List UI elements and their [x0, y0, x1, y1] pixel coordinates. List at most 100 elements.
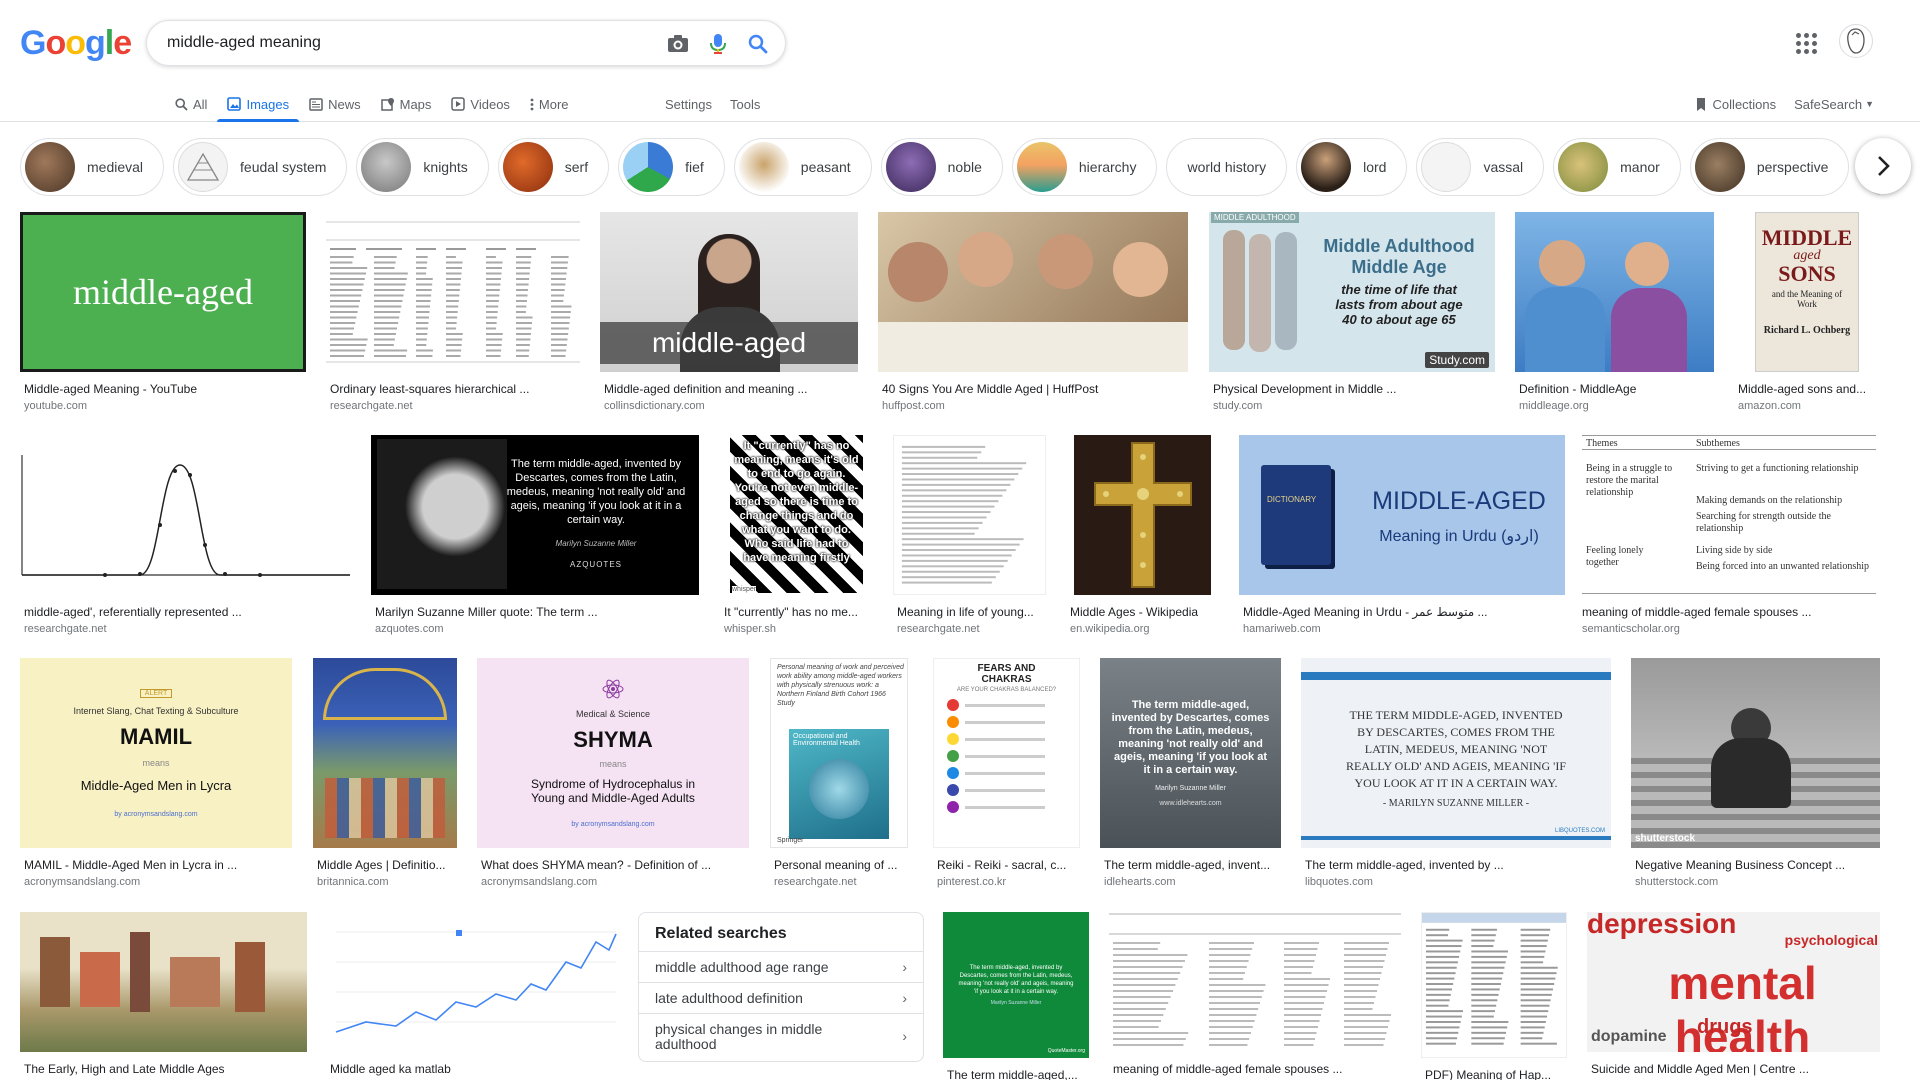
image-result[interactable]: Ordinary least-squares hierarchical ... …	[326, 212, 580, 412]
image-result[interactable]: 40 Signs You Are Middle Aged | HuffPost …	[878, 212, 1188, 412]
image-result[interactable]: Middle Ages - Wikipedia en.wikipedia.org	[1066, 435, 1219, 635]
tab-news[interactable]: News	[299, 86, 371, 122]
result-thumbnail: The term middle-aged, invented by Descar…	[943, 912, 1089, 1058]
image-result[interactable]: depression psychological mental health d…	[1587, 912, 1880, 1076]
result-title: What does SHYMA mean? - Definition of ..…	[481, 858, 712, 872]
related-item[interactable]: middle adulthood age range ›	[639, 951, 923, 982]
search-input[interactable]	[167, 31, 627, 55]
image-result[interactable]: meaning of middle-aged female spouses ..…	[1109, 912, 1401, 1076]
result-source: middleage.org	[1519, 400, 1589, 412]
video-icon	[451, 97, 466, 111]
result-title: 40 Signs You Are Middle Aged | HuffPost	[882, 382, 1099, 396]
result-thumbnail	[1066, 435, 1219, 595]
result-source: study.com	[1213, 400, 1263, 412]
chip-noble[interactable]: noble	[880, 138, 1003, 196]
thumbnail-text: QuoteMaster.org	[1047, 1048, 1085, 1054]
image-result[interactable]: The term middle-aged, invented by Descar…	[1100, 658, 1281, 888]
image-result[interactable]: Middle Ages | Definitio... britannica.co…	[313, 658, 457, 888]
chip-knights[interactable]: knights	[356, 138, 489, 196]
tab-more[interactable]: More	[520, 86, 579, 122]
result-title: Middle Ages | Definitio...	[317, 858, 446, 872]
thumbnail-text: means	[142, 757, 170, 768]
chip-peasant[interactable]: peasant	[733, 138, 872, 196]
image-result[interactable]: FEARS AND CHAKRAS ARE YOUR CHAKRAS BALAN…	[933, 658, 1080, 888]
tab-videos[interactable]: Videos	[441, 86, 520, 122]
image-result[interactable]: MIDDLE ADULTHOOD Middle Adulthood Middle…	[1209, 212, 1495, 412]
chevron-right-icon: ›	[902, 990, 907, 1006]
thumbnail-text: means	[599, 759, 627, 769]
image-result[interactable]: It "currently" has no meaning, means it'…	[720, 435, 873, 635]
chip-world-history[interactable]: world history	[1166, 138, 1288, 196]
search-icon[interactable]	[745, 31, 771, 57]
thumbnail-text: Striving to get a functioning relationsh…	[1696, 463, 1859, 474]
result-source: idlehearts.com	[1104, 876, 1176, 888]
bookmark-icon	[1695, 97, 1707, 112]
apps-grid-icon[interactable]	[1793, 30, 1817, 54]
chip-label: knights	[423, 159, 468, 175]
chip-thumbnail	[623, 142, 674, 192]
thumbnail-text: Meaning in Urdu (اردو)	[1379, 528, 1539, 545]
image-result[interactable]: Personal meaning of work and perceived w…	[770, 658, 908, 888]
image-result[interactable]: ALERT Internet Slang, Chat Texting & Sub…	[20, 658, 292, 888]
chip-serf[interactable]: serf	[497, 138, 610, 196]
result-thumbnail	[893, 435, 1046, 595]
avatar[interactable]	[1839, 24, 1873, 58]
search-icon	[175, 97, 188, 111]
chip-feudal-system[interactable]: feudal system	[173, 138, 348, 196]
image-result[interactable]: Themes Subthemes Being in a struggle to …	[1578, 435, 1880, 635]
google-logo[interactable]: Google	[20, 24, 132, 63]
chevron-right-icon[interactable]	[1855, 138, 1911, 194]
chip-fief[interactable]: fief	[618, 138, 725, 196]
result-title: PDF) Meaning of Hap...	[1425, 1068, 1552, 1080]
image-result[interactable]: middle-aged Middle-aged definition and m…	[600, 212, 858, 412]
chip-vassal[interactable]: vassal	[1416, 138, 1545, 196]
tab-maps[interactable]: Maps	[371, 86, 442, 122]
image-result[interactable]: shutterstock Negative Meaning Business C…	[1631, 658, 1880, 888]
chip-thumbnail	[1558, 142, 1609, 192]
thumbnail-text: The term middle-aged, invented by Descar…	[1111, 699, 1270, 776]
image-result[interactable]: MIDDLE aged SONS and the Meaning of Work…	[1734, 212, 1880, 412]
tab-all[interactable]: All	[165, 86, 217, 122]
image-result[interactable]: Middle aged ka matlab	[326, 912, 619, 1076]
result-title: Reiki - Reiki - sacral, c...	[937, 858, 1067, 872]
image-result[interactable]: middle-aged Middle-aged Meaning - YouTub…	[20, 212, 306, 412]
image-result[interactable]: PDF) Meaning of Hap...	[1421, 912, 1567, 1080]
thumbnail-text: and the Meaning of Work	[1771, 289, 1843, 309]
image-result[interactable]: Medical & Science SHYMA means Syndrome o…	[477, 658, 749, 888]
result-thumbnail: The term middle-aged, invented by Descar…	[371, 435, 699, 595]
image-result[interactable]: middle-aged', referentially represented …	[20, 435, 351, 635]
result-title: Negative Meaning Business Concept ...	[1635, 858, 1846, 872]
camera-icon[interactable]	[665, 31, 691, 57]
microphone-icon[interactable]	[705, 31, 731, 57]
result-title: The term middle-aged,...	[947, 1068, 1078, 1080]
related-label: late adulthood definition	[655, 990, 803, 1006]
chip-hierarchy[interactable]: hierarchy	[1011, 138, 1158, 196]
chip-lord[interactable]: lord	[1296, 138, 1408, 196]
tab-images[interactable]: Images	[217, 86, 299, 122]
chip-manor[interactable]: manor	[1553, 138, 1681, 196]
thumbnail-text: Middle Adulthood	[1323, 236, 1475, 256]
image-result[interactable]: Meaning in life of young... researchgate…	[893, 435, 1046, 635]
safesearch-dropdown[interactable]: SafeSearch ▼	[1794, 97, 1874, 112]
thumbnail-text: Marilyn Suzanne Miller	[555, 539, 637, 548]
related-item[interactable]: late adulthood definition ›	[639, 982, 923, 1013]
tools-link[interactable]: Tools	[721, 86, 769, 122]
thumbnail-text: DICTIONARY	[1267, 495, 1317, 504]
thumbnail-text: Feeling lonely together	[1586, 545, 1644, 568]
image-result[interactable]: The term middle-aged, invented by Descar…	[371, 435, 699, 635]
thumbnail-text: depression	[1587, 912, 1737, 939]
image-result[interactable]: Definition - MiddleAge middleage.org	[1515, 212, 1714, 412]
chip-perspective[interactable]: perspective	[1689, 138, 1850, 196]
image-result[interactable]: THE TERM MIDDLE-AGED, INVENTED BY DESCAR…	[1301, 658, 1611, 888]
image-result[interactable]: The Early, High and Late Middle Ages	[20, 912, 307, 1076]
related-item[interactable]: physical changes in middle adulthood ›	[639, 1013, 923, 1059]
result-title: MAMIL - Middle-Aged Men in Lycra in ...	[24, 858, 238, 872]
settings-link[interactable]: Settings	[656, 86, 721, 122]
collections-link[interactable]: Collections	[1695, 97, 1776, 112]
result-thumbnail: THE TERM MIDDLE-AGED, INVENTED BY DESCAR…	[1301, 658, 1611, 848]
thumbnail-text: ARE YOUR CHAKRAS BALANCED?	[956, 687, 1057, 693]
image-result[interactable]: DICTIONARY MIDDLE-AGED Meaning in Urdu (…	[1239, 435, 1565, 635]
chip-medieval[interactable]: medieval	[20, 138, 165, 196]
result-thumbnail: Themes Subthemes Being in a struggle to …	[1578, 435, 1880, 595]
image-result[interactable]: The term middle-aged, invented by Descar…	[943, 912, 1089, 1080]
